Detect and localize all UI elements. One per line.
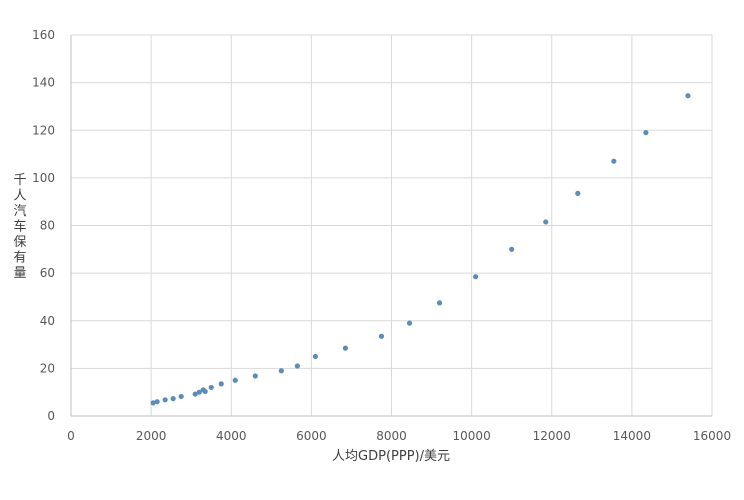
y-axis-title: 千人汽车保有量 <box>13 173 26 281</box>
data-point <box>218 381 224 387</box>
y-tick-label: 60 <box>40 266 55 280</box>
data-point <box>685 93 691 99</box>
data-point <box>406 320 413 326</box>
y-tick-labels: 0 20 40 60 80 100 120 140 160 <box>32 28 55 423</box>
data-point <box>202 388 208 395</box>
x-tick-label: 2000 <box>136 429 167 443</box>
x-tick-label: 0 <box>67 429 75 443</box>
data-point <box>208 384 214 391</box>
data-point <box>473 274 479 280</box>
x-tick-label: 14000 <box>613 429 651 443</box>
y-tick-label: 100 <box>32 171 55 185</box>
x-tick-label: 4000 <box>216 429 247 443</box>
y-tick-label: 20 <box>40 361 55 375</box>
y-tick-label: 140 <box>32 76 55 90</box>
y-tick-label: 80 <box>40 219 55 233</box>
y-tick-label: 0 <box>47 409 55 423</box>
data-point <box>509 246 515 252</box>
y-tick-label: 40 <box>40 314 55 328</box>
data-point <box>378 333 385 339</box>
data-point <box>178 393 184 400</box>
y-tick-label: 160 <box>32 28 55 42</box>
data-point <box>436 300 443 306</box>
data-point <box>312 353 318 360</box>
y-tick-label: 120 <box>32 123 55 137</box>
x-tick-label: 8000 <box>376 429 407 443</box>
x-tick-label: 16000 <box>693 429 731 443</box>
data-point <box>294 363 300 369</box>
data-point <box>170 396 176 402</box>
data-point <box>543 219 549 225</box>
x-tick-labels: 0 2000 4000 6000 8000 10000 12000 14000 16000 <box>67 429 731 443</box>
x-tick-label: 12000 <box>533 429 571 443</box>
grid-lines <box>71 34 713 416</box>
data-point <box>154 399 160 405</box>
data-point <box>162 397 168 403</box>
data-point <box>252 373 258 379</box>
data-point <box>611 158 617 164</box>
data-point <box>575 190 581 196</box>
data-point <box>232 377 238 383</box>
x-tick-label: 6000 <box>296 429 327 443</box>
y-axis-title-text: 千人汽车保有量 <box>13 173 26 281</box>
x-tick-label: 10000 <box>453 429 491 443</box>
scatter-chart: 0 2000 4000 6000 8000 10000 12000 14000 16000 0 2… <box>13 28 731 464</box>
data-point <box>342 345 349 351</box>
data-point <box>643 130 649 136</box>
data-point <box>278 368 284 374</box>
x-axis-title: 人均GDP(PPP)/美元 <box>332 449 450 464</box>
